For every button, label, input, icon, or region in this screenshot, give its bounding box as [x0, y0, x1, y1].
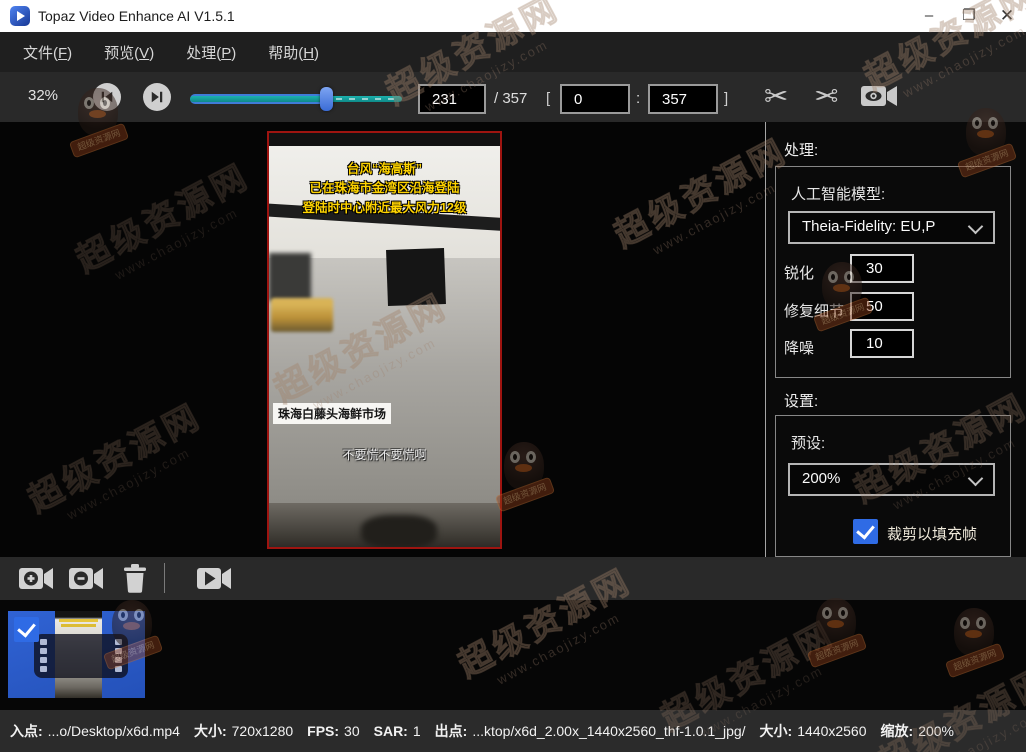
- ai-model-label: 人工智能模型:: [791, 186, 886, 203]
- video-headline: 台风“海高斯” 已在珠海市金湾区沿海登陆 登陆时中心附近最大风力12级: [269, 160, 500, 218]
- denoise-label: 降噪: [784, 340, 815, 357]
- range-separator: :: [636, 90, 641, 107]
- preset-value: 200%: [802, 470, 841, 487]
- clip-toolbar: [0, 557, 1026, 600]
- total-frames-label: / 357: [494, 90, 528, 107]
- menu-file[interactable]: 文件(F): [14, 42, 81, 63]
- video-top-shadow: [269, 133, 500, 146]
- preset-label: 预设:: [791, 435, 826, 452]
- status-out-point: 出点: ...ktop/x6d_2.00x_1440x2560_thf-1.0.1…: [434, 723, 746, 739]
- maximize-button[interactable]: ❐: [952, 0, 986, 32]
- status-scale: 缩放: 200%: [880, 723, 954, 739]
- scissors-icon: ✂: [764, 81, 789, 113]
- skip-to-start-button[interactable]: [93, 83, 121, 111]
- close-button[interactable]: ✕: [990, 0, 1024, 32]
- restore-detail-input[interactable]: [850, 292, 914, 321]
- ai-model-group: 人工智能模型: Theia-Fidelity: EU,P 锐化 修复细节 降噪: [775, 166, 1011, 378]
- skip-to-start-icon: [101, 91, 113, 103]
- ai-model-value: Theia-Fidelity: EU,P: [802, 218, 936, 235]
- preview-render-button[interactable]: [860, 82, 898, 115]
- trash-icon: [124, 564, 146, 593]
- headline-line2: 已在珠海市金湾区沿海登陆: [309, 181, 460, 196]
- trim-out-button[interactable]: ✂: [814, 79, 838, 114]
- clip-thumbnail-selected[interactable]: [8, 611, 145, 698]
- settings-heading: 设置:: [784, 393, 819, 410]
- timeline-slider[interactable]: [190, 86, 402, 112]
- ai-model-dropdown[interactable]: Theia-Fidelity: EU,P: [788, 211, 995, 244]
- remove-video-button[interactable]: [68, 565, 104, 597]
- chevron-down-icon: [967, 470, 984, 487]
- process-video-button[interactable]: [196, 565, 232, 597]
- clip-list: [0, 600, 1026, 710]
- skip-to-end-icon: [151, 91, 163, 103]
- status-bar: 入点: ...o/Desktop/x6d.mp4 大小: 720x1280 FPS:…: [0, 710, 1026, 752]
- app-window: Topaz Video Enhance AI V1.5.1 – ❐ ✕ 文件(F…: [0, 0, 1026, 752]
- preview-camera-icon: [861, 86, 897, 106]
- skip-to-end-button[interactable]: [143, 83, 171, 111]
- processing-heading: 处理:: [784, 142, 819, 159]
- video-truck: [271, 298, 333, 332]
- video-canopy: [386, 248, 446, 306]
- video-location-label: 珠海白藤头海鲜市场: [273, 403, 392, 424]
- chevron-down-icon: [967, 218, 984, 235]
- sharpen-input[interactable]: [850, 254, 914, 283]
- headline-line3: 登陆时中心附近最大风力12级: [302, 200, 467, 215]
- trim-in-button[interactable]: ✂: [764, 79, 788, 114]
- video-left-structure: [269, 253, 311, 301]
- status-in-point: 入点: ...o/Desktop/x6d.mp4: [10, 723, 180, 739]
- zoom-level-label: 32%: [28, 87, 59, 104]
- add-video-icon: [19, 568, 53, 589]
- thumb-headline-hint: [59, 619, 98, 622]
- menu-preview[interactable]: 预览(V): [95, 42, 163, 63]
- sharpen-label: 锐化: [784, 265, 815, 282]
- process-video-icon: [197, 568, 231, 589]
- video-preview[interactable]: 台风“海高斯” 已在珠海市金湾区沿海登陆 登陆时中心附近最大风力12级 珠海白藤…: [267, 131, 502, 549]
- menu-bar: 文件(F) 预览(V) 处理(P) 帮助(H): [0, 32, 1026, 72]
- headline-line1: 台风“海高斯”: [346, 162, 422, 176]
- menu-process[interactable]: 处理(P): [177, 42, 245, 63]
- thumb-headline-hint: [61, 624, 96, 627]
- filmstrip-overlay-icon: [34, 634, 128, 678]
- slider-handle[interactable]: [320, 87, 333, 111]
- status-in-size: 大小: 720x1280: [193, 723, 294, 739]
- status-sar: SAR: 1: [373, 723, 421, 739]
- minimize-button[interactable]: –: [912, 0, 946, 32]
- menu-help[interactable]: 帮助(H): [259, 42, 328, 63]
- range-close-bracket: ]: [724, 90, 729, 107]
- add-video-button[interactable]: [18, 565, 54, 597]
- slider-tick-marks: [336, 98, 396, 100]
- scissors-icon: ✂: [814, 81, 839, 113]
- app-logo-icon: [10, 6, 30, 26]
- clip-selected-checkbox[interactable]: [14, 617, 39, 642]
- status-fps: FPS: 30: [307, 723, 360, 739]
- range-start-input[interactable]: [560, 84, 630, 114]
- crop-to-fill-checkbox[interactable]: [853, 519, 878, 544]
- current-frame-input[interactable]: [418, 84, 486, 114]
- toolbar-divider: [164, 563, 165, 593]
- preset-group: 预设: 200% 裁剪以填充帧: [775, 415, 1011, 557]
- range-end-input[interactable]: [648, 84, 718, 114]
- window-title: Topaz Video Enhance AI V1.5.1: [38, 8, 235, 24]
- video-subtitle: 不要慌不要慌啊: [342, 448, 427, 462]
- delete-video-button[interactable]: [122, 564, 148, 598]
- restore-detail-label: 修复细节: [784, 303, 845, 320]
- range-open-bracket: [: [546, 90, 551, 107]
- right-panel: 处理: 人工智能模型: Theia-Fidelity: EU,P 锐化 修复细节…: [766, 122, 1026, 557]
- crop-to-fill-label: 裁剪以填充帧: [887, 526, 978, 543]
- status-out-size: 大小: 1440x2560: [759, 723, 867, 739]
- denoise-input[interactable]: [850, 329, 914, 358]
- video-dark-reflection: [361, 515, 437, 547]
- title-bar: Topaz Video Enhance AI V1.5.1 – ❐ ✕: [0, 0, 1026, 32]
- preset-dropdown[interactable]: 200%: [788, 463, 995, 496]
- remove-video-icon: [69, 568, 103, 589]
